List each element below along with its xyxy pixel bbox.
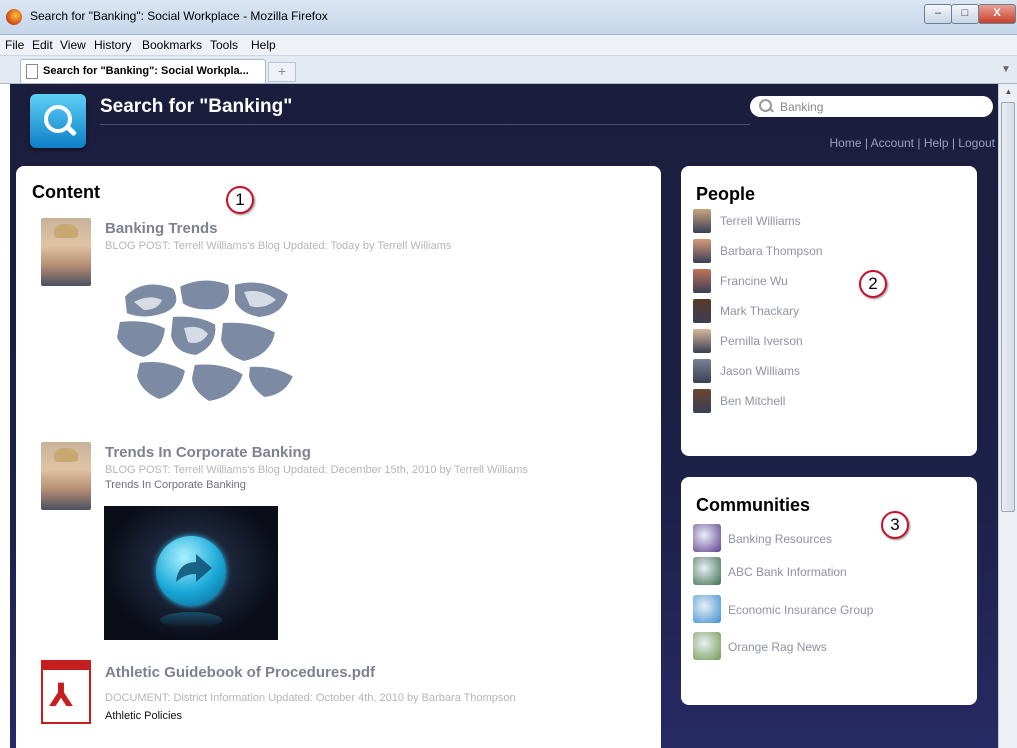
nav-help-link[interactable]: Help xyxy=(924,136,949,150)
menu-help[interactable]: Help xyxy=(251,38,276,52)
result-title-link[interactable]: Banking Trends xyxy=(105,220,218,237)
communities-heading: Communities xyxy=(696,495,811,515)
tab-list-dropdown-icon[interactable]: ▼ xyxy=(998,60,1014,80)
person-name[interactable]: Francine Wu xyxy=(720,274,788,288)
avatar[interactable] xyxy=(41,218,91,286)
window-title: Search for "Banking": Social Workplace -… xyxy=(30,9,328,23)
browser-tab[interactable]: Search for "Banking": Social Workpla... xyxy=(20,59,266,83)
person-name[interactable]: Terrell Williams xyxy=(720,214,801,228)
page-icon xyxy=(26,64,38,79)
result-meta: DOCUMENT: District Information Updated: … xyxy=(105,692,516,704)
tab-bar: Search for "Banking": Social Workpla... … xyxy=(0,56,1017,84)
community-icon xyxy=(693,557,721,585)
nav-account-link[interactable]: Account xyxy=(871,136,914,150)
menu-bookmarks[interactable]: Bookmarks xyxy=(142,38,202,52)
person-avatar xyxy=(693,269,711,293)
result-title-link[interactable]: Trends In Corporate Banking xyxy=(105,444,311,461)
vertical-scrollbar[interactable]: ▲ xyxy=(998,84,1017,748)
menu-bar: File Edit View History Bookmarks Tools H… xyxy=(0,35,1017,56)
scrollbar-thumb[interactable] xyxy=(1001,102,1015,512)
top-nav: Home | Account | Help | Logout xyxy=(829,136,995,150)
person-name[interactable]: Barbara Thompson xyxy=(720,244,823,258)
nav-logout-link[interactable]: Logout xyxy=(958,136,995,150)
result-subtitle: Athletic Policies xyxy=(105,710,183,722)
person-avatar xyxy=(693,359,711,383)
communities-panel: Communities 3 Banking Resources ABC Bank … xyxy=(681,477,977,705)
person-name[interactable]: Ben Mitchell xyxy=(720,394,785,408)
play-arrow-icon xyxy=(156,536,226,606)
result-title-link[interactable]: Athletic Guidebook of Procedures.pdf xyxy=(105,664,375,681)
menu-edit[interactable]: Edit xyxy=(32,38,53,52)
callout-marker: 3 xyxy=(881,511,909,539)
person-name[interactable]: Mark Thackary xyxy=(720,304,799,318)
community-name[interactable]: Economic Insurance Group xyxy=(728,603,873,617)
community-name[interactable]: Banking Resources xyxy=(728,532,832,546)
person-avatar xyxy=(693,209,711,233)
search-logo-icon xyxy=(30,94,86,148)
firefox-logo-icon xyxy=(6,9,22,25)
person-name[interactable]: Pernilla Iverson xyxy=(720,334,803,348)
person-avatar xyxy=(693,299,711,323)
web-page: Search for "Banking" Home | Account | He… xyxy=(10,84,998,748)
community-name[interactable]: Orange Rag News xyxy=(728,640,827,654)
menu-view[interactable]: View xyxy=(60,38,86,52)
maximize-button[interactable]: □ xyxy=(951,4,979,24)
browser-tab-label: Search for "Banking": Social Workpla... xyxy=(43,65,249,77)
page-title: Search for "Banking" xyxy=(100,96,293,117)
community-icon xyxy=(693,524,721,552)
menu-tools[interactable]: Tools xyxy=(210,38,238,52)
window-titlebar: Search for "Banking": Social Workplace -… xyxy=(0,0,1017,35)
result-subtitle: Trends In Corporate Banking xyxy=(105,479,246,491)
pdf-file-icon[interactable]: ⅄ xyxy=(41,660,91,724)
menu-history[interactable]: History xyxy=(94,38,131,52)
callout-marker: 2 xyxy=(859,270,887,298)
close-button[interactable]: X xyxy=(978,4,1016,24)
person-avatar xyxy=(693,389,711,413)
community-icon xyxy=(693,632,721,660)
minimize-button[interactable]: – xyxy=(924,4,952,24)
community-name[interactable]: ABC Bank Information xyxy=(728,565,847,579)
video-thumbnail[interactable] xyxy=(104,506,278,640)
callout-marker: 1 xyxy=(226,186,254,214)
result-meta: BLOG POST: Terrell Williams's Blog Updat… xyxy=(105,464,528,476)
people-heading: People xyxy=(696,184,756,204)
new-tab-button[interactable]: + xyxy=(268,62,296,82)
person-avatar xyxy=(693,239,711,263)
menu-file[interactable]: File xyxy=(5,38,24,52)
nav-home-link[interactable]: Home xyxy=(830,136,862,150)
search-box[interactable] xyxy=(750,96,993,117)
avatar[interactable] xyxy=(41,442,91,510)
puzzle-world-map-image[interactable] xyxy=(104,266,304,411)
search-input[interactable] xyxy=(780,98,980,115)
header-divider xyxy=(100,124,750,125)
content-heading: Content xyxy=(32,182,100,202)
community-icon xyxy=(693,595,721,623)
scroll-up-arrow-icon[interactable]: ▲ xyxy=(999,84,1017,100)
people-panel: People 2 Terrell Williams Barbara Thompso… xyxy=(681,166,977,456)
person-avatar xyxy=(693,329,711,353)
result-meta: BLOG POST: Terrell Williams's Blog Updat… xyxy=(105,240,452,252)
person-name[interactable]: Jason Williams xyxy=(720,364,800,378)
content-panel: Content 1 Banking Trends BLOG POST: Terr… xyxy=(16,166,661,748)
